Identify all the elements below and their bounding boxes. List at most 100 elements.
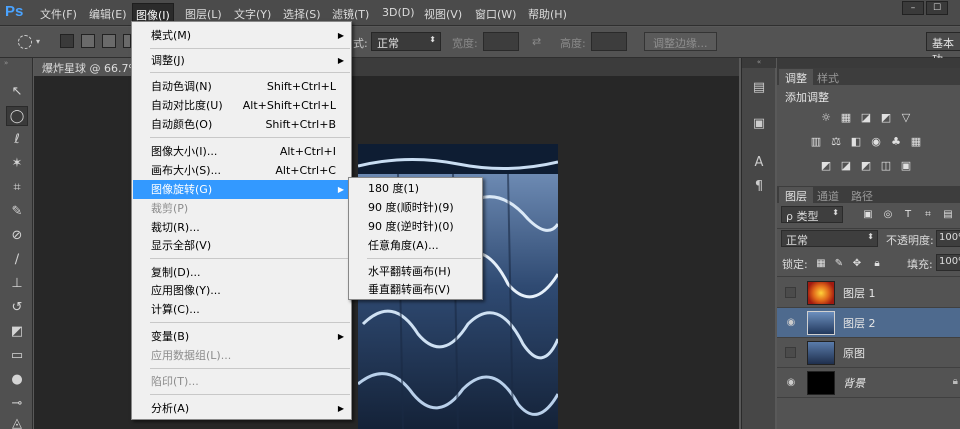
eyedropper-icon[interactable]: ✎ [6,202,28,222]
tab-channels[interactable]: 通道 [811,187,845,203]
minimize-button[interactable]: – [902,1,924,15]
lock-pixels-icon[interactable]: ✎ [832,257,846,270]
vibrance-icon[interactable]: ▽ [899,111,913,124]
menu-type[interactable]: 文字(Y) [234,6,271,22]
curves-icon[interactable]: ◪ [859,111,873,124]
menu-3d[interactable]: 3D(D) [382,6,415,19]
lasso-tool-icon[interactable]: ℓ [6,130,28,150]
menu-item-crop[interactable]: 裁剪(P) [133,199,350,218]
filter-shape-icon[interactable]: ⌗ [921,208,935,221]
menu-item-trim[interactable]: 裁切(R)... [133,218,350,237]
brush-tool-icon[interactable]: ∕ [6,250,28,270]
width-input[interactable] [483,32,519,51]
menu-item-reveal-all[interactable]: 显示全部(V) [133,236,350,255]
lock-all-icon[interactable]: 🔒︎ [870,257,884,270]
properties-panel-icon[interactable]: ▣ [750,116,768,132]
healing-brush-icon[interactable]: ⊘ [6,226,28,246]
eraser-icon[interactable]: ◩ [6,322,28,342]
black-white-icon[interactable]: ◧ [849,135,863,148]
character-panel-icon[interactable]: A [750,155,768,171]
menu-window[interactable]: 窗口(W) [475,6,516,22]
menu-layer[interactable]: 图层(L) [185,6,222,22]
layer-row[interactable]: 原图 [777,338,960,368]
new-selection-icon[interactable] [60,34,74,48]
rotate-90-cw[interactable]: 90 度(顺时针)(9) [350,198,481,217]
layer-row[interactable]: ◉ 背景 🔒︎ [777,368,960,398]
menu-item-analysis[interactable]: 分析(A) ▶ [133,399,350,418]
color-lookup-icon[interactable]: ▦ [909,135,923,148]
tab-layers[interactable]: 图层 [779,187,813,203]
eye-icon[interactable]: ◉ [785,377,797,389]
lock-transparent-icon[interactable]: ▦ [814,257,828,270]
dodge-tool-icon[interactable]: ⊸ [6,394,28,414]
gradient-tool-icon[interactable]: ▭ [6,346,28,366]
workspace-select[interactable]: 基本功 [926,32,960,66]
menu-item-auto-contrast[interactable]: 自动对比度(U) Alt+Shift+Ctrl+L [133,96,350,115]
layer-row[interactable]: ◉ 图层 2 [777,308,960,338]
menu-item-adjustments[interactable]: 调整(J) ▶ [133,51,350,70]
menu-edit[interactable]: 编辑(E) [89,6,127,22]
crop-tool-icon[interactable]: ⌗ [6,178,28,198]
flip-canvas-vertical[interactable]: 垂直翻转画布(V) [350,280,481,299]
subtract-selection-icon[interactable] [102,34,116,48]
menu-select[interactable]: 选择(S) [283,6,321,22]
eye-icon[interactable]: ◉ [785,317,797,329]
tab-adjustments[interactable]: 调整 [779,69,813,85]
fill-input[interactable]: 100% [936,254,960,271]
stamp-tool-icon[interactable]: ⊥ [6,274,28,294]
collapse-icon[interactable]: » [4,59,8,67]
document-tab[interactable]: 爆炸星球 @ 66.7% [34,58,147,76]
posterize-icon[interactable]: ◪ [839,159,853,172]
filter-pixel-icon[interactable]: ▣ [861,208,875,221]
menu-item-apply-data-set[interactable]: 应用数据组(L)... [133,346,350,365]
chevron-down-icon[interactable]: ▾ [36,37,40,46]
menu-item-auto-color[interactable]: 自动颜色(O) Shift+Ctrl+B [133,115,350,134]
channel-mixer-icon[interactable]: ♣ [889,135,903,148]
swap-icon[interactable]: ⇄ [532,35,541,48]
menu-item-duplicate[interactable]: 复制(D)... [133,263,350,282]
blend-mode-select[interactable]: 正常 ⬍ [781,230,878,247]
filter-adjustment-icon[interactable]: ◎ [881,208,895,221]
layer-filter-select[interactable]: ρ 类型 ⬍ [781,206,843,223]
menu-item-calculations[interactable]: 计算(C)... [133,300,350,319]
magic-wand-icon[interactable]: ✶ [6,154,28,174]
collapse-icon[interactable]: « [742,58,776,68]
height-input[interactable] [591,32,627,51]
flip-canvas-horizontal[interactable]: 水平翻转画布(H) [350,262,481,281]
lock-position-icon[interactable]: ✥ [850,257,864,270]
menu-item-image-size[interactable]: 图像大小(I)... Alt+Ctrl+I [133,142,350,161]
hue-saturation-icon[interactable]: ▥ [809,135,823,148]
rotate-180[interactable]: 180 度(1) [350,179,481,198]
opacity-input[interactable]: 100% [936,230,960,247]
rotate-arbitrary[interactable]: 任意角度(A)... [350,236,481,255]
menu-item-trap[interactable]: 陷印(T)... [133,372,350,391]
filter-smart-icon[interactable]: ▤ [941,208,955,221]
marquee-tool-icon[interactable]: ◯ [6,106,28,126]
menu-item-image-rotation[interactable]: 图像旋转(G) ▶ [133,180,350,199]
threshold-icon[interactable]: ◩ [859,159,873,172]
visibility-toggle[interactable] [785,287,796,298]
refine-edge-button[interactable]: 调整边缘... [644,32,717,51]
blur-tool-icon[interactable]: ● [6,370,28,390]
menu-item-variables[interactable]: 变量(B) ▶ [133,327,350,346]
menu-filter[interactable]: 滤镜(T) [332,6,369,22]
selective-color-icon[interactable]: ▣ [899,159,913,172]
gradient-map-icon[interactable]: ◫ [879,159,893,172]
paragraph-panel-icon[interactable]: ¶ [750,179,768,195]
levels-icon[interactable]: ▦ [839,111,853,124]
menu-help[interactable]: 帮助(H) [528,6,567,22]
photo-filter-icon[interactable]: ◉ [869,135,883,148]
elliptical-marquee-icon[interactable] [18,35,32,49]
visibility-toggle[interactable] [785,347,796,358]
menu-item-canvas-size[interactable]: 画布大小(S)... Alt+Ctrl+C [133,161,350,180]
tab-paths[interactable]: 路径 [845,187,879,203]
tab-styles[interactable]: 样式 [811,69,845,85]
pen-tool-icon[interactable]: ◬ [6,414,28,429]
rotate-90-ccw[interactable]: 90 度(逆时针)(0) [350,217,481,236]
add-selection-icon[interactable] [81,34,95,48]
menu-file[interactable]: 文件(F) [40,6,77,22]
move-tool-icon[interactable]: ↖ [6,82,28,102]
exposure-icon[interactable]: ◩ [879,111,893,124]
menu-view[interactable]: 视图(V) [424,6,462,22]
menu-item-auto-tone[interactable]: 自动色调(N) Shift+Ctrl+L [133,77,350,96]
